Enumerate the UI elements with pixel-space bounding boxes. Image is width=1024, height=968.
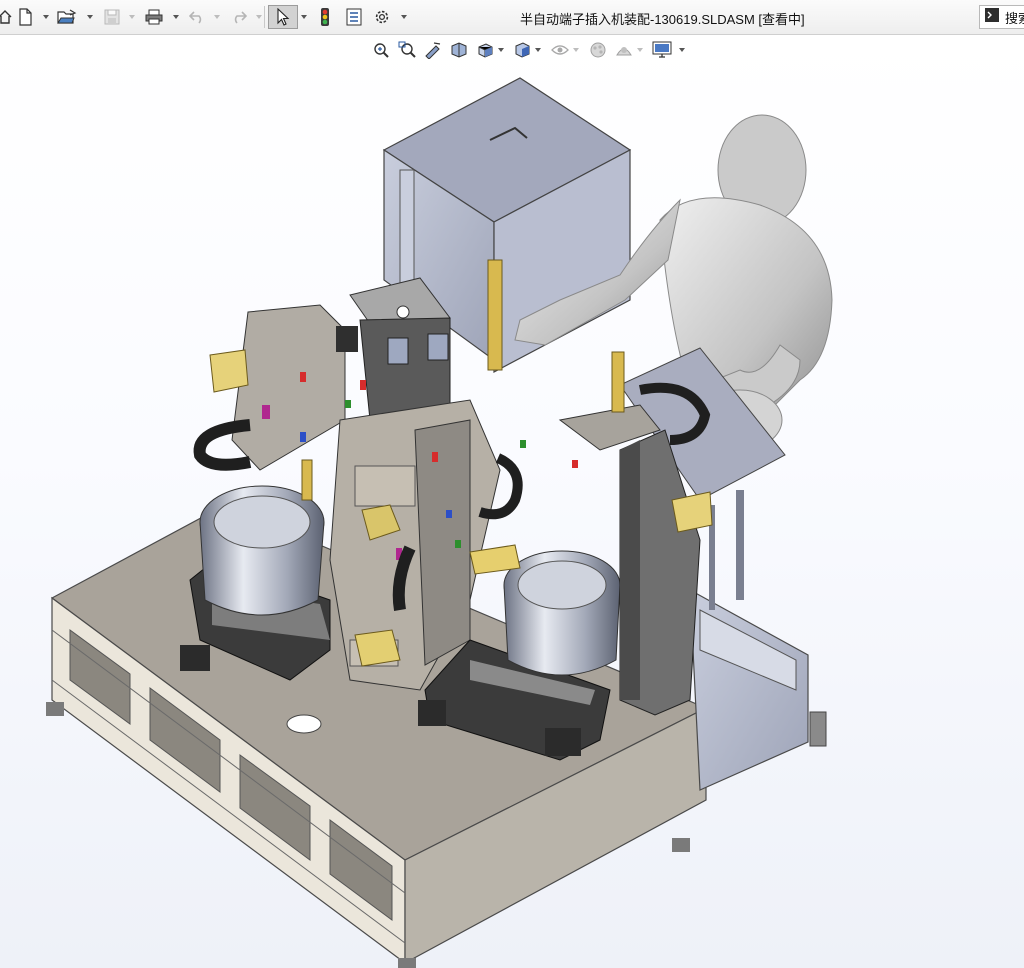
new-document-icon[interactable]	[14, 5, 36, 29]
options-dropdown[interactable]	[399, 5, 408, 29]
display-style-dropdown[interactable]	[533, 40, 542, 60]
save-icon[interactable]	[101, 5, 123, 29]
file-properties-icon[interactable]	[343, 5, 365, 29]
apply-scene-dropdown[interactable]	[635, 40, 644, 60]
search-text: 搜索	[1005, 10, 1024, 26]
hide-show-dropdown[interactable]	[571, 40, 580, 60]
redo-dropdown[interactable]	[254, 5, 263, 29]
new-dropdown[interactable]	[41, 5, 50, 29]
undo-icon[interactable]	[186, 5, 208, 29]
view-settings-icon[interactable]	[651, 40, 673, 60]
hide-show-items-icon[interactable]	[549, 40, 571, 60]
open-dropdown[interactable]	[85, 5, 94, 29]
view-orientation-icon[interactable]	[474, 40, 496, 60]
select-cursor-icon[interactable]	[268, 5, 298, 29]
view-orientation-dropdown[interactable]	[496, 40, 505, 60]
view-settings-dropdown[interactable]	[677, 40, 686, 60]
assembly-model	[46, 77, 833, 968]
save-dropdown[interactable]	[127, 5, 136, 29]
rebuild-traffic-light-icon[interactable]	[314, 5, 336, 29]
search-box[interactable]: 搜索	[979, 5, 1024, 29]
undo-dropdown[interactable]	[212, 5, 221, 29]
print-icon[interactable]	[143, 5, 165, 29]
edit-appearance-icon[interactable]	[587, 40, 609, 60]
select-dropdown[interactable]	[299, 5, 308, 29]
options-gear-icon[interactable]	[371, 5, 393, 29]
apply-scene-icon[interactable]	[613, 40, 635, 60]
zoom-to-fit-icon[interactable]	[370, 40, 392, 60]
section-view-icon[interactable]	[448, 40, 470, 60]
print-dropdown[interactable]	[171, 5, 180, 29]
graphics-viewport[interactable]	[0, 35, 1024, 968]
zoom-to-area-icon[interactable]	[396, 40, 418, 60]
previous-view-icon[interactable]	[422, 40, 444, 60]
open-folder-icon[interactable]	[56, 5, 78, 29]
toolbar-separator	[264, 6, 265, 28]
display-style-icon[interactable]	[511, 40, 533, 60]
command-prompt-icon	[985, 7, 999, 27]
redo-icon[interactable]	[228, 5, 250, 29]
main-toolbar: 半自动端子插入机装配-130619.SLDASM [查看中] 搜索	[0, 0, 1024, 35]
window-title: 半自动端子插入机装配-130619.SLDASM [查看中]	[520, 12, 805, 27]
